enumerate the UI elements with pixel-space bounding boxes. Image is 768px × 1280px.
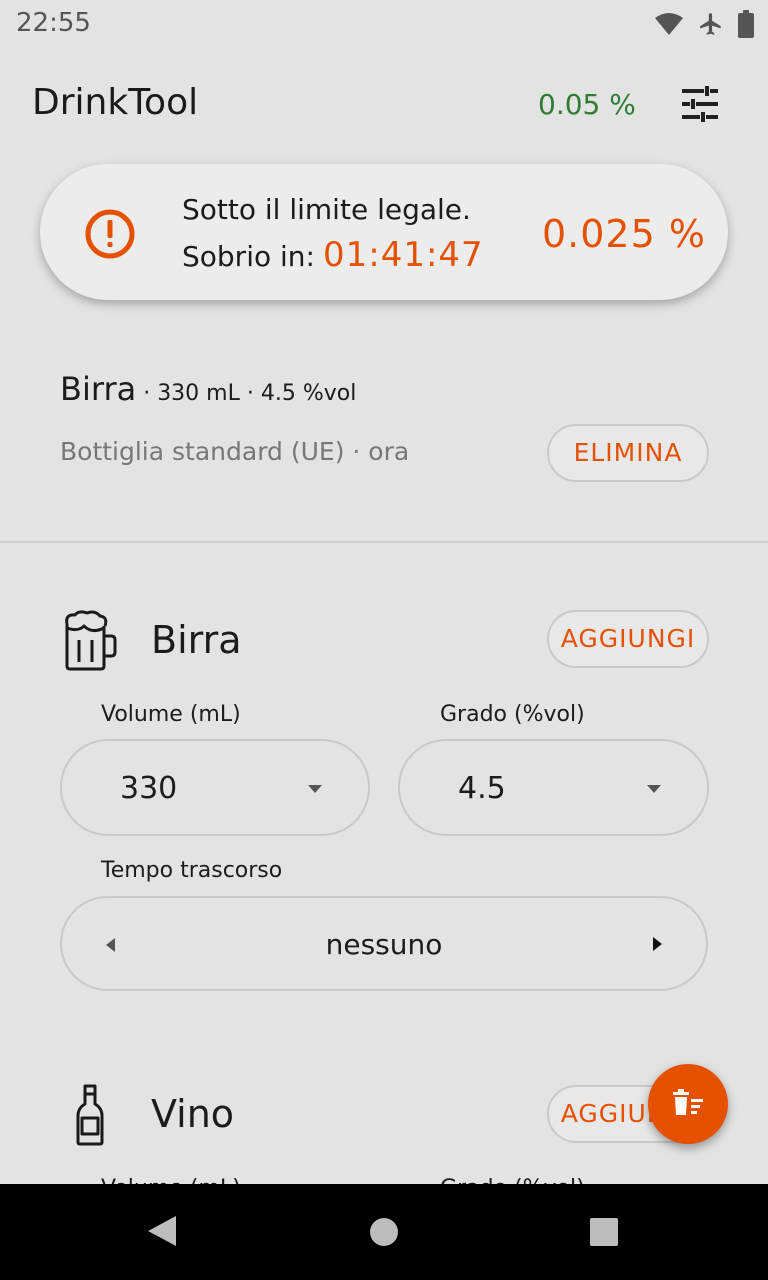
tune-icon[interactable] <box>680 84 720 124</box>
clear-list-icon <box>673 1089 703 1115</box>
divider <box>0 541 768 543</box>
status-bac: 0.025 % <box>542 212 706 256</box>
beer-card-title: Birra <box>151 618 242 662</box>
system-nav-bar <box>0 1184 768 1280</box>
status-time: 22:55 <box>16 8 91 38</box>
time-label: Tempo trascorso <box>101 858 283 883</box>
battery-icon <box>738 10 754 38</box>
entry-unit: mL · <box>199 381 261 406</box>
time-value: nessuno <box>325 928 443 961</box>
current-bac: 0.05 % <box>538 88 636 121</box>
nav-back-icon[interactable] <box>146 1214 178 1248</box>
entry-subtitle: Bottiglia standard (UE) · ora <box>60 437 410 466</box>
volume-value: 330 <box>120 771 178 806</box>
beer-mug-icon <box>65 610 117 671</box>
add-beer-button[interactable]: AGGIUNGI <box>547 610 709 668</box>
next-icon[interactable] <box>653 937 662 951</box>
sober-countdown: 01:41:47 <box>322 235 484 275</box>
wifi-icon <box>655 13 683 35</box>
airplane-icon <box>700 13 721 35</box>
abv-dropdown[interactable]: 4.5 <box>398 739 709 836</box>
delete-button[interactable]: ELIMINA <box>547 424 709 482</box>
entry-separator: · <box>136 381 158 406</box>
wine-bottle-icon <box>76 1084 104 1146</box>
entry-volume: 330 <box>157 381 200 406</box>
wine-volume-label: Volume (mL) <box>101 1176 241 1184</box>
sober-label: Sobrio in: <box>182 240 315 273</box>
entry-abv: 4.5 %vol <box>260 381 357 406</box>
time-stepper: nessuno <box>60 896 708 991</box>
volume-label: Volume (mL) <box>101 702 241 727</box>
abv-value: 4.5 <box>458 771 506 806</box>
chevron-down-icon <box>647 785 661 793</box>
legal-status-text: Sotto il limite legale. <box>182 193 471 226</box>
status-icons <box>654 10 754 38</box>
chevron-down-icon <box>308 785 322 793</box>
wine-abv-label: Grado (%vol) <box>440 1176 585 1184</box>
nav-home-icon[interactable] <box>368 1216 400 1248</box>
entry-name: Birra <box>60 370 137 408</box>
warning-icon <box>85 209 135 259</box>
clear-list-fab[interactable] <box>648 1064 728 1144</box>
last-entry-summary: Birra · 330 mL · 4.5 %vol <box>60 370 356 408</box>
nav-recents-icon[interactable] <box>589 1217 619 1247</box>
wine-card-title: Vino <box>151 1092 235 1136</box>
wine-fields-clipped: Volume (mL) Grado (%vol) <box>0 1160 768 1184</box>
abv-label: Grado (%vol) <box>440 702 585 727</box>
app-title: DrinkTool <box>32 82 199 123</box>
sober-line: Sobrio in: 01:41:47 <box>182 235 484 275</box>
volume-dropdown[interactable]: 330 <box>60 739 370 836</box>
